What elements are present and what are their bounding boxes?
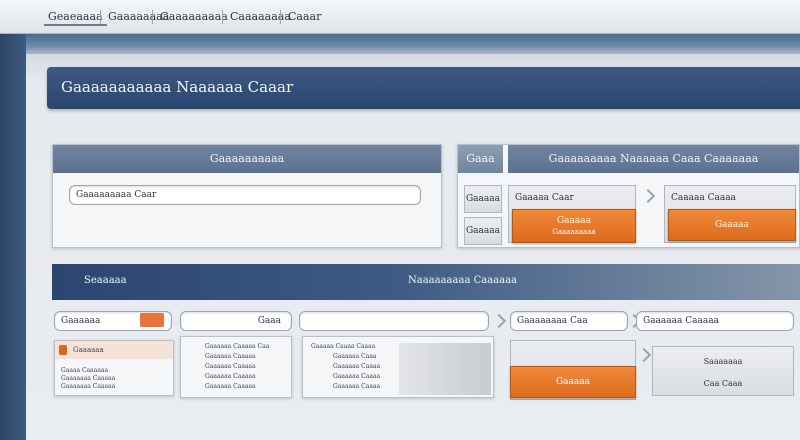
user-icon <box>59 345 67 355</box>
list-item: Gaaaaaaa Caaaaa <box>61 383 116 390</box>
list-item: Gaaaaaa Caaaa <box>333 363 381 370</box>
bottom-list-panel-3: Gaaaaa Caaaa Caaaa Gaaaaaa Caaa Gaaaaaa … <box>302 336 494 398</box>
menu-bar: Geaeaaaa Gaaaaaaaa Gaaaaaaaaa Caaaaaaaa … <box>0 0 800 34</box>
list-item: Gaaaaaa Caaaaa <box>205 373 256 380</box>
preview-panel <box>399 343 491 395</box>
title-strip <box>26 34 800 54</box>
bottom-list-1-title: Gaaaaaa <box>73 346 104 354</box>
side-tile-1[interactable]: Gaaaaa <box>464 185 502 213</box>
right-panel-title: Gaaaaaaaaa Naaaaaa Caaa Caaaaaaa <box>508 145 799 173</box>
section-left-label: Seaaaaa <box>84 275 127 286</box>
bottom-right-label-1: Saaaaaaa <box>703 357 743 366</box>
list-item: Gaaaaaa Caaa <box>333 353 377 360</box>
left-rail <box>0 34 26 440</box>
card-a-button[interactable]: Gaaaaa Gaaaaaaaaa <box>512 209 636 243</box>
card-a-label: Gaaaaa Caar <box>515 193 574 203</box>
bottom-list-panel-2: Gaaaaaa Caaaaa Caa Gaaaaaa Caaaaa Gaaaaa… <box>180 336 292 398</box>
left-panel: Gaaaaaaaaaa Gaaaaaaaaa Caar <box>52 144 442 248</box>
bottom-orange-button[interactable]: Gaaaaa <box>510 366 636 398</box>
left-panel-input[interactable]: Gaaaaaaaaa Caar <box>69 185 421 205</box>
bottom-field-3[interactable]: Gaaaaaaaa Caa <box>510 311 628 331</box>
side-tile-2[interactable]: Gaaaaa <box>464 217 502 245</box>
card-b-button[interactable]: Gaaaaa <box>668 209 796 241</box>
section-bar: Seaaaaa Naaaaaaaaa Caaaaaa <box>52 264 800 300</box>
right-panel-tab[interactable]: Gaaa <box>458 145 503 173</box>
bottom-field-1b[interactable]: Gaaa <box>180 311 292 331</box>
bottom-field-1-value: Gaaaaaa <box>61 316 101 326</box>
bottom-list-panel-1: Gaaaaaa Gaaaa Caaaaaa Gaaaaaaa Caaaaa Ga… <box>54 340 174 396</box>
right-panel: Gaaa Gaaaaaaaaa Naaaaaa Caaa Caaaaaaa Ga… <box>457 144 800 248</box>
list-item: Gaaaaaa Caaaa <box>333 373 381 380</box>
left-panel-title: Gaaaaaaaaaa <box>53 145 441 173</box>
bottom-field-2[interactable] <box>299 311 489 331</box>
list-item: Gaaaaaa Caaaaa <box>205 383 256 390</box>
menu-separator <box>222 10 223 24</box>
list-item: Gaaaaaa Caaaaa <box>205 363 256 370</box>
list-item: Gaaaaaa Caaaaa Caa <box>205 343 270 350</box>
menu-separator <box>152 10 153 24</box>
menu-item-3[interactable]: Gaaaaaaaaa <box>156 8 232 26</box>
bottom-field-4[interactable]: Gaaaaaa Caaaaa <box>636 311 794 331</box>
list-item: Gaaaa Caaaaaa <box>61 367 109 374</box>
bottom-right-card: Saaaaaaa Caa Caaa <box>652 346 794 396</box>
menu-item-1[interactable]: Geaeaaaa <box>44 8 107 26</box>
card-a-button-sublabel: Gaaaaaaaaa <box>552 228 596 236</box>
list-item: Gaaaaaaa Caaaaa <box>61 375 116 382</box>
card-a-button-label: Gaaaaa <box>556 216 592 226</box>
menu-item-5[interactable]: Caaar <box>284 8 325 26</box>
menu-separator <box>100 10 101 24</box>
field-1-accent <box>140 313 164 327</box>
chevron-right-icon <box>640 188 656 204</box>
list-item: Gaaaaa Caaaa Caaaa <box>311 343 376 350</box>
bottom-right-label-2: Caa Caaa <box>703 379 743 388</box>
header-title-bar: Gaaaaaaaaaaa Naaaaaa Caaar <box>47 67 800 109</box>
page-title: Gaaaaaaaaaaa Naaaaaa Caaar <box>61 78 294 96</box>
section-center-label: Naaaaaaaaa Caaaaaa <box>408 275 518 286</box>
list-item: Gaaaaaa Caaaaa <box>205 353 256 360</box>
menu-separator <box>280 10 281 24</box>
list-item: Gaaaaaa Caaaa <box>333 383 381 390</box>
card-b-label: Caaaaa Caaaa <box>671 193 736 203</box>
